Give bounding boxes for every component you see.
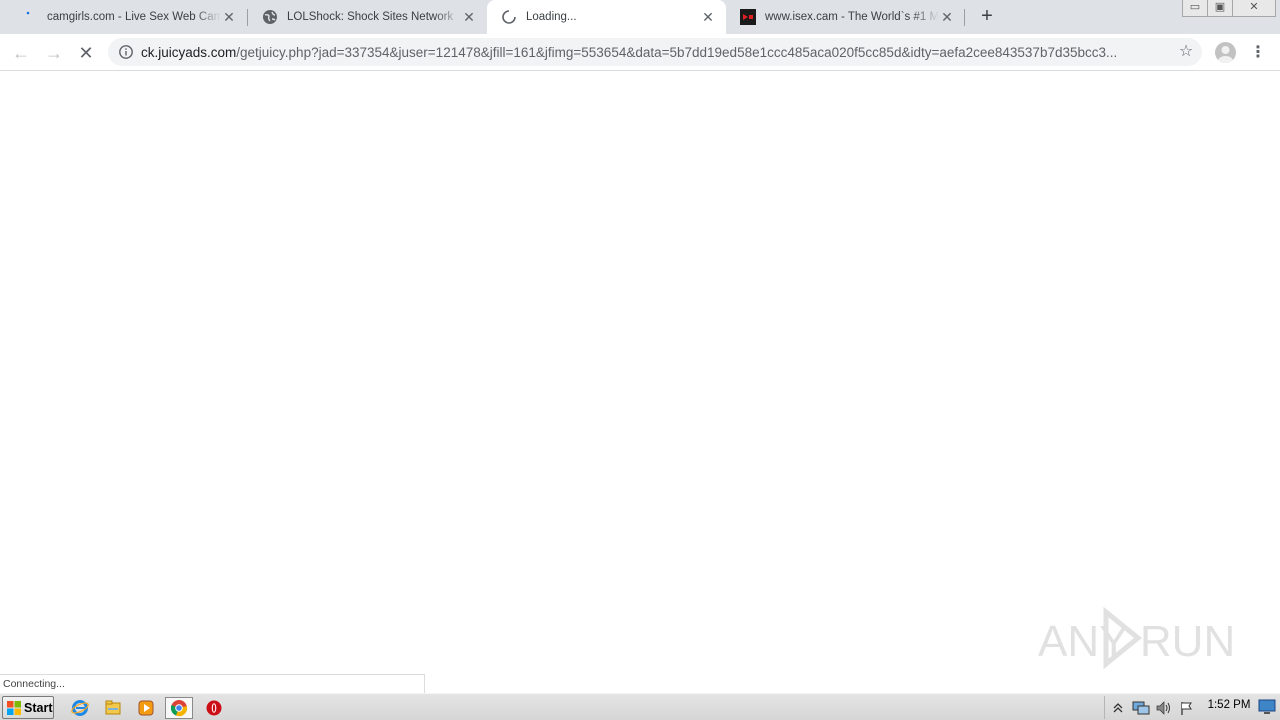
file-explorer-icon[interactable]	[99, 697, 127, 719]
address-bar[interactable]: ck.juicyads.com/getjuicy.php?jad=337354&…	[108, 38, 1202, 66]
taskbar-clock[interactable]: 1:52 PM	[1202, 694, 1256, 717]
show-hidden-icons-icon[interactable]	[1108, 700, 1128, 716]
tab-lolshock[interactable]: LOLShock: Shock Sites Network ✕	[248, 0, 487, 34]
network-icon[interactable]	[1131, 700, 1151, 716]
profile-avatar-icon[interactable]	[1215, 42, 1236, 63]
close-tab-icon[interactable]: ✕	[461, 9, 477, 25]
globe-icon	[262, 9, 278, 25]
forward-button[interactable]: →	[41, 40, 67, 66]
isex-favicon-icon	[740, 9, 756, 25]
start-button[interactable]: Start	[2, 696, 54, 719]
close-tab-icon[interactable]: ✕	[939, 9, 955, 25]
windows-logo-icon	[6, 700, 22, 716]
media-player-icon[interactable]	[132, 697, 160, 719]
stop-loading-button[interactable]: ✕	[73, 40, 99, 66]
minimize-button[interactable]: ▭	[1182, 0, 1208, 17]
tab-title: Loading...	[526, 11, 577, 23]
url-path: /getjuicy.php?jad=337354&juser=121478&jf…	[236, 44, 1118, 60]
bookmark-star-icon[interactable]: ☆	[1176, 42, 1196, 62]
volume-icon[interactable]	[1154, 700, 1174, 716]
close-tab-icon[interactable]: ✕	[700, 9, 716, 25]
tab-isex[interactable]: www.isex.cam - The World`s #1 Most Popul…	[726, 0, 965, 34]
start-label: Start	[24, 700, 53, 715]
anyrun-watermark-logo: ANY RUN	[1036, 606, 1236, 670]
new-tab-button[interactable]: +	[975, 5, 999, 29]
internet-explorer-icon[interactable]	[66, 697, 94, 719]
url-host: ck.juicyads.com	[141, 44, 237, 60]
windows-taskbar: Start 1:52 PM	[0, 693, 1280, 720]
browser-toolbar: ← → ✕ ck.juicyads.com/getjuicy.php?jad=3…	[0, 34, 1280, 71]
camgirls-favicon-icon	[22, 9, 38, 25]
maximize-button[interactable]: ▣	[1207, 0, 1233, 17]
tab-title: camgirls.com - Live Sex Web Cam Video Ch…	[47, 11, 221, 23]
tab-strip: camgirls.com - Live Sex Web Cam Video Ch…	[0, 0, 1280, 34]
chrome-taskbar-icon[interactable]	[165, 697, 193, 719]
close-window-button[interactable]: ✕	[1232, 0, 1276, 17]
opera-icon[interactable]	[200, 697, 228, 719]
back-button[interactable]: ←	[8, 40, 34, 66]
tab-title: LOLShock: Shock Sites Network	[287, 11, 454, 23]
url-text[interactable]: ck.juicyads.com/getjuicy.php?jad=337354&…	[141, 45, 1166, 60]
show-desktop-icon[interactable]	[1258, 698, 1276, 716]
tab-separator	[964, 9, 965, 26]
close-tab-icon[interactable]: ✕	[221, 9, 237, 25]
info-icon[interactable]	[118, 44, 134, 60]
browser-menu-button[interactable]: ⋮	[1250, 40, 1266, 66]
tab-loading-active[interactable]: Loading... ✕	[487, 0, 726, 34]
tab-title: www.isex.cam - The World`s #1 Most Popul…	[765, 11, 939, 23]
loading-spinner-icon	[501, 9, 517, 25]
page-content	[0, 72, 1280, 693]
tab-camgirls[interactable]: camgirls.com - Live Sex Web Cam Video Ch…	[8, 0, 247, 34]
action-center-flag-icon[interactable]	[1177, 700, 1197, 716]
status-bubble: Connecting...	[0, 674, 425, 693]
